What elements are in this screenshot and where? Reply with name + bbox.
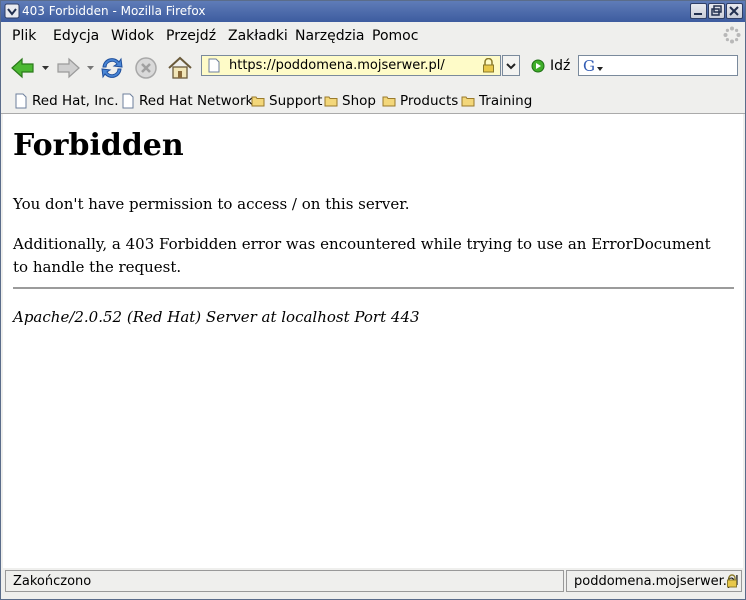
maximize-button[interactable] (708, 3, 725, 19)
forward-history-dropdown-icon[interactable] (87, 66, 94, 71)
window-menu-icon[interactable] (4, 3, 20, 19)
bookmark-label: Products (400, 93, 459, 109)
stop-icon[interactable] (132, 54, 160, 82)
window-title: 403 Forbidden - Mozilla Firefox (22, 4, 206, 18)
navigation-toolbar: https://poddomena.mojserwer.pl/ Idź G (1, 49, 745, 87)
maximize-icon (711, 5, 722, 16)
search-input[interactable]: G (578, 55, 738, 76)
url-text: https://poddomena.mojserwer.pl/ (229, 58, 445, 73)
home-icon[interactable] (166, 54, 194, 82)
additional-error-message: Additionally, a 403 Forbidden error was … (13, 235, 711, 276)
close-icon (729, 6, 739, 16)
error-message: You don't have permission to access / on… (13, 195, 410, 213)
go-arrow-icon (531, 59, 545, 73)
menu-bar: Plik Edycja Widok Przejdź Zakładki Narzę… (1, 23, 745, 47)
bookmark-label: Training (479, 93, 533, 109)
page-icon (208, 58, 220, 73)
close-button[interactable] (726, 3, 743, 19)
bookmarks-toolbar: Red Hat, Inc. Red Hat Network Support Sh… (1, 89, 745, 114)
menu-bookmarks[interactable]: Zakładki (228, 28, 288, 44)
chevron-down-icon (506, 63, 516, 70)
title-bar[interactable]: 403 Forbidden - Mozilla Firefox (1, 1, 745, 22)
page-icon (122, 93, 134, 109)
go-label: Idź (550, 58, 571, 74)
browser-window: 403 Forbidden - Mozilla Firefox Plik Edy… (0, 0, 746, 600)
throbber-icon (723, 26, 741, 44)
page-icon (15, 93, 27, 109)
search-engine-dropdown-icon[interactable] (597, 67, 603, 71)
divider (13, 287, 734, 289)
folder-icon (461, 96, 475, 107)
search-engine-icon[interactable]: G (583, 57, 595, 75)
menu-edit[interactable]: Edycja (53, 28, 99, 44)
menu-tools[interactable]: Narzędzia (295, 28, 364, 44)
minimize-button[interactable] (690, 3, 707, 19)
forward-icon[interactable] (54, 54, 82, 82)
reload-icon[interactable] (98, 54, 126, 82)
folder-icon (324, 96, 338, 107)
bookmark-label: Red Hat Network (139, 93, 254, 109)
lock-icon[interactable] (726, 574, 738, 588)
status-text: Zakończono (13, 574, 92, 589)
status-bar: Zakończono poddomena.mojserwer.pl (1, 569, 745, 599)
folder-icon (251, 96, 265, 107)
menu-file[interactable]: Plik (12, 28, 36, 44)
folder-icon (382, 96, 396, 107)
url-history-dropdown[interactable] (502, 55, 520, 76)
back-history-dropdown-icon[interactable] (42, 66, 49, 71)
lock-icon[interactable] (482, 58, 495, 73)
back-icon[interactable] (9, 54, 37, 82)
server-signature: Apache/2.0.52 (Red Hat) Server at localh… (13, 308, 420, 326)
menu-help[interactable]: Pomoc (372, 28, 418, 44)
menu-view[interactable]: Widok (111, 28, 154, 44)
bookmark-label: Red Hat, Inc. (32, 93, 119, 109)
page-heading: Forbidden (13, 128, 184, 163)
minimize-icon (694, 13, 702, 15)
menu-go[interactable]: Przejdź (166, 28, 216, 44)
bookmark-label: Support (269, 93, 323, 109)
page-content: Forbidden You don't have permission to a… (3, 114, 743, 568)
status-host: poddomena.mojserwer.pl (574, 574, 739, 589)
status-text-panel: Zakończono (5, 570, 564, 592)
bookmark-label: Shop (342, 93, 376, 109)
url-bar[interactable]: https://poddomena.mojserwer.pl/ (201, 55, 501, 76)
security-panel[interactable]: poddomena.mojserwer.pl (566, 570, 742, 592)
